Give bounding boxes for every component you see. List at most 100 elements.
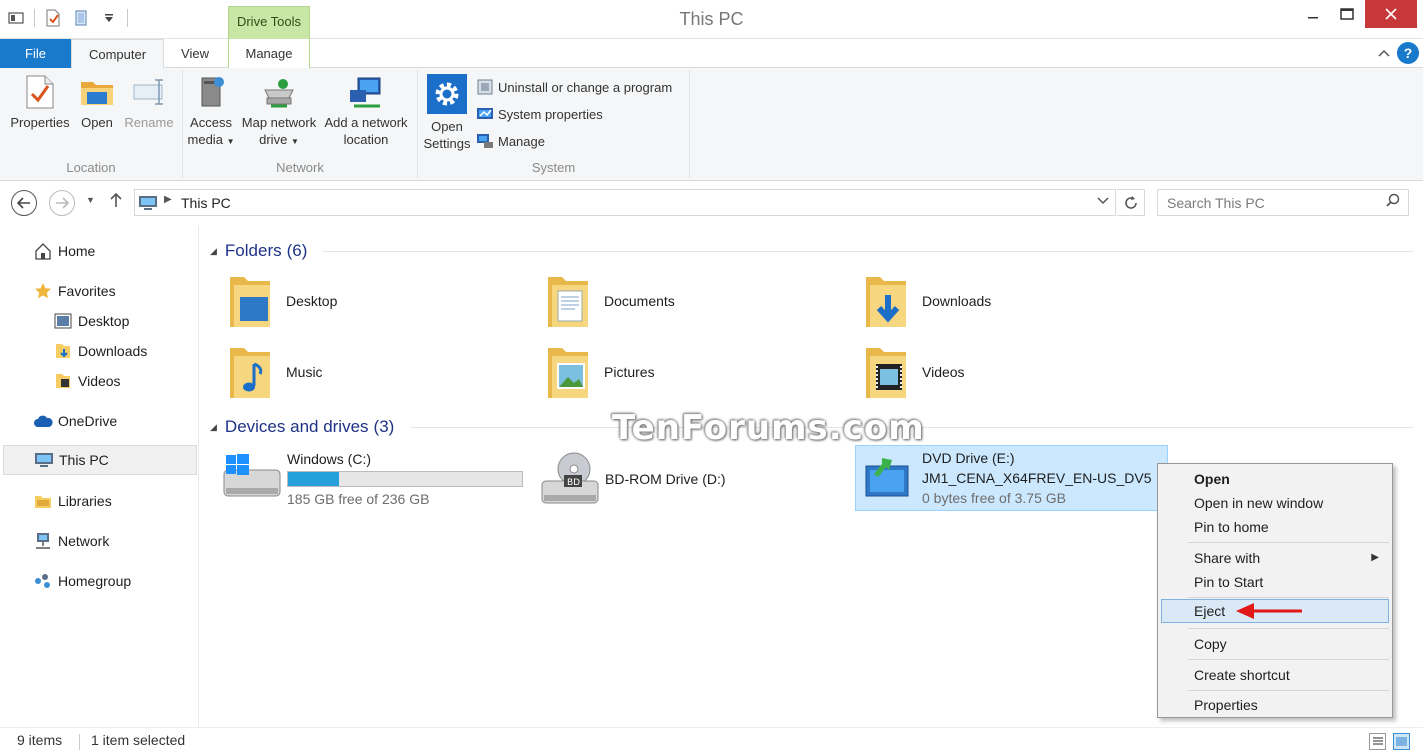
nav-item-desktop[interactable]: Desktop (3, 306, 197, 336)
menu-separator (1188, 659, 1389, 660)
folder-item[interactable]: Downloads (860, 269, 1160, 333)
map-network-drive-icon (261, 74, 297, 110)
nav-label-downloads: Downloads (78, 343, 148, 359)
nav-item-network[interactable]: Network (3, 526, 197, 556)
open-settings-button[interactable]: Open Settings (422, 74, 472, 152)
rename-label: Rename (124, 115, 174, 130)
drives-group-header[interactable]: ◢ Devices and drives (3) (210, 415, 394, 439)
music-folder-icon (224, 342, 276, 402)
access-media-label-2: media (187, 132, 223, 147)
search-icon[interactable] (1386, 193, 1400, 210)
details-view-button[interactable] (1369, 733, 1386, 750)
nav-item-homegroup[interactable]: Homegroup (3, 566, 197, 596)
properties-button[interactable]: Properties (8, 74, 72, 131)
uninstall-program-button[interactable]: Uninstall or change a program (476, 76, 672, 98)
this-pc-icon (138, 195, 160, 214)
computer-management-icon (476, 132, 494, 150)
recent-locations-dropdown-icon[interactable]: ▼ (86, 195, 95, 205)
drive-d[interactable]: BD BD-ROM Drive (D:) (539, 446, 839, 512)
refresh-button[interactable] (1117, 189, 1145, 216)
nav-item-this-pc[interactable]: This PC (3, 445, 197, 475)
submenu-arrow-icon: ▶ (1371, 552, 1379, 563)
menu-item-open[interactable]: Open (1161, 467, 1389, 491)
maximize-button[interactable] (1330, 0, 1364, 28)
large-icons-view-icon (1396, 737, 1407, 746)
drive-e[interactable]: DVD Drive (E:) JM1_CENA_X64FREV_EN-US_DV… (855, 445, 1168, 511)
system-properties-button[interactable]: System properties (476, 103, 603, 125)
location-group-label: Location (66, 160, 116, 175)
nav-label-libraries: Libraries (58, 493, 112, 509)
menu-item-pin-home[interactable]: Pin to home (1161, 515, 1389, 539)
menu-item-properties[interactable]: Properties (1161, 693, 1389, 717)
collapse-group-icon[interactable]: ◢ (210, 246, 217, 257)
svg-text:BD: BD (567, 478, 580, 488)
tab-computer[interactable]: Computer (71, 39, 164, 69)
help-icon[interactable]: ? (1397, 42, 1419, 64)
nav-item-libraries[interactable]: Libraries (3, 486, 197, 516)
homegroup-icon (33, 571, 53, 591)
onedrive-cloud-icon (33, 411, 53, 431)
desktop-icon (53, 311, 73, 331)
nav-label-this-pc: This PC (59, 452, 109, 468)
videos-folder-icon (860, 342, 912, 402)
back-button[interactable] (11, 190, 37, 216)
nav-item-home[interactable]: Home (3, 236, 197, 266)
system-properties-icon (476, 105, 494, 123)
rename-button[interactable]: Rename (122, 74, 176, 131)
dvd-drive-icon (856, 448, 918, 508)
ribbon: Properties Open Rename Location Access m… (0, 68, 1423, 181)
drive-c[interactable]: Windows (C:) 185 GB free of 236 GB (221, 446, 531, 512)
nav-item-videos[interactable]: Videos (3, 366, 197, 396)
large-icons-view-button[interactable] (1393, 733, 1410, 750)
nav-item-onedrive[interactable]: OneDrive (3, 406, 197, 436)
folder-item[interactable]: Music (224, 340, 524, 404)
tab-file[interactable]: File (0, 39, 71, 68)
folder-item[interactable]: Videos (860, 340, 1160, 404)
nav-label-desktop: Desktop (78, 313, 130, 329)
tab-view[interactable]: View (164, 39, 226, 68)
menu-item-create-shortcut[interactable]: Create shortcut (1161, 663, 1389, 687)
menu-item-copy[interactable]: Copy (1161, 632, 1389, 656)
dropdown-arrow-icon: ▼ (290, 137, 299, 146)
breadcrumb-this-pc[interactable]: This PC (181, 195, 231, 211)
access-media-button[interactable]: Access media ▼ (187, 74, 235, 150)
nav-label-favorites: Favorites (58, 283, 116, 299)
nav-item-favorites[interactable]: Favorites (3, 276, 197, 306)
context-menu: Open Open in new window Pin to home Shar… (1157, 463, 1393, 718)
nav-item-downloads[interactable]: Downloads (3, 336, 197, 366)
share-with-label: Share with (1194, 550, 1261, 566)
collapse-ribbon-icon[interactable] (1375, 44, 1393, 62)
documents-folder-icon (542, 271, 594, 331)
up-button[interactable] (109, 192, 123, 213)
folder-name: Music (286, 364, 323, 380)
folder-item[interactable]: Pictures (542, 340, 842, 404)
folder-name: Desktop (286, 293, 338, 309)
map-network-drive-button[interactable]: Map network drive ▼ (238, 74, 320, 150)
close-button[interactable] (1365, 0, 1417, 28)
menu-item-pin-start[interactable]: Pin to Start (1161, 570, 1389, 594)
map-network-drive-label-2: drive (259, 132, 288, 147)
open-button[interactable]: Open (77, 74, 117, 131)
refresh-icon (1124, 195, 1137, 209)
folders-group-count: (6) (286, 241, 308, 260)
tab-manage[interactable]: Manage (228, 39, 310, 68)
collapse-group-icon[interactable]: ◢ (210, 422, 217, 433)
address-history-dropdown-icon[interactable] (1097, 194, 1109, 208)
folder-item[interactable]: Documents (542, 269, 842, 333)
search-input[interactable] (1158, 190, 1378, 215)
windows-drive-icon (221, 449, 283, 509)
videos-folder-icon (53, 371, 73, 391)
drive-e-label: JM1_CENA_X64FREV_EN-US_DV5 (922, 470, 1152, 486)
minimize-button[interactable] (1296, 0, 1330, 28)
drive-d-name: BD-ROM Drive (D:) (605, 471, 726, 487)
menu-item-share-with[interactable]: Share with ▶ (1161, 546, 1389, 570)
libraries-icon (33, 491, 53, 511)
breadcrumb-chevron-icon[interactable]: ▶ (164, 194, 172, 205)
folders-group-header[interactable]: ◢ Folders (6) (210, 239, 307, 263)
manage-computer-button[interactable]: Manage (476, 130, 545, 152)
folder-item[interactable]: Desktop (224, 269, 524, 333)
add-network-location-button[interactable]: Add a network location (321, 74, 411, 148)
menu-item-open-new-window[interactable]: Open in new window (1161, 491, 1389, 515)
address-bar[interactable]: ▶ This PC (134, 189, 1116, 216)
forward-button[interactable] (49, 190, 75, 216)
